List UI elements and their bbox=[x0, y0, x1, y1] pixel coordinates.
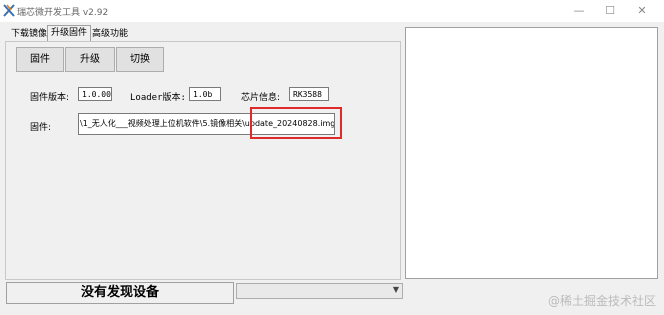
switch-button[interactable]: 切换 bbox=[116, 47, 164, 72]
device-select[interactable]: ▼ bbox=[236, 283, 403, 299]
tab-advanced[interactable]: 高级功能 bbox=[89, 27, 131, 41]
firmware-version-label: 固件版本: bbox=[30, 93, 70, 103]
close-button[interactable]: ✕ bbox=[634, 3, 650, 19]
log-panel bbox=[405, 27, 658, 279]
minimize-button[interactable]: — bbox=[571, 3, 587, 19]
chip-info-field: RK3588 bbox=[289, 87, 329, 101]
loader-version-field: 1.0b bbox=[189, 87, 221, 101]
loader-version-label: Loader版本: bbox=[130, 93, 186, 103]
app-icon bbox=[3, 4, 15, 17]
maximize-button[interactable]: ☐ bbox=[602, 3, 618, 19]
device-status: 没有发现设备 bbox=[6, 282, 234, 304]
firmware-button[interactable]: 固件 bbox=[16, 47, 64, 72]
window-title: 瑞芯微开发工具 v2.92 bbox=[17, 8, 109, 18]
watermark: @稀土掘金技术社区 bbox=[547, 294, 656, 308]
filename-highlight-box bbox=[250, 107, 342, 139]
chip-info-label: 芯片信息: bbox=[241, 93, 281, 103]
firmware-version-field: 1.0.00 bbox=[78, 87, 112, 101]
upgrade-button[interactable]: 升级 bbox=[65, 47, 115, 72]
title-bar: 瑞芯微开发工具 v2.92 — ☐ ✕ bbox=[0, 0, 664, 22]
firmware-path-label: 固件: bbox=[30, 123, 52, 133]
tab-download-image[interactable]: 下载镜像 bbox=[8, 27, 50, 41]
chevron-down-icon[interactable]: ▼ bbox=[393, 285, 399, 294]
upgrade-firmware-panel bbox=[5, 41, 401, 280]
